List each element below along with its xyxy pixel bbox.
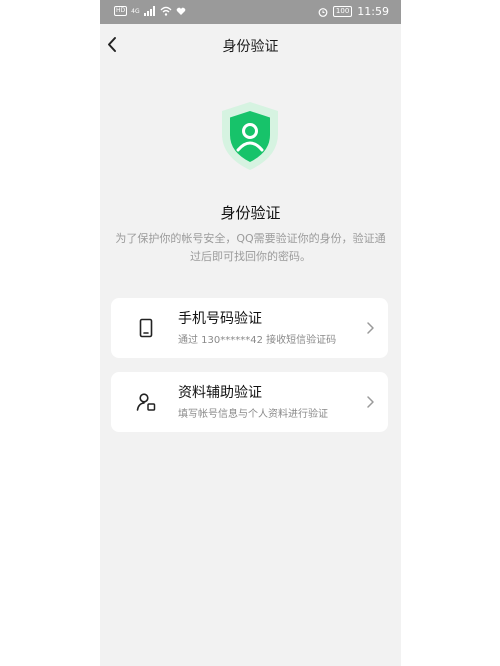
phone-screen: HD 4G 100 11:59 身份验证 身份验证 为了保护你的帐号安全，QQ需… — [100, 0, 401, 666]
hd-badge: HD — [114, 6, 128, 16]
user-info-icon — [136, 393, 156, 411]
chevron-right-icon — [367, 322, 374, 334]
notification-icon — [176, 7, 185, 15]
page-title: 身份验证 — [222, 39, 279, 55]
verify-description: 为了保护你的帐号安全，QQ需要验证你的身份，验证通过后即可找回你的密码。 — [115, 232, 386, 263]
status-left: HD 4G — [114, 6, 186, 16]
signal-icon — [143, 6, 155, 16]
battery-indicator: 100 — [332, 6, 353, 17]
option-title: 手机号码验证 — [178, 311, 262, 327]
option-subtitle: 填写帐号信息与个人资料进行验证 — [178, 409, 328, 420]
wifi-icon — [160, 6, 172, 16]
option-subtitle: 通过 130******42 接收短信验证码 — [178, 335, 337, 346]
nav-bar: 身份验证 — [100, 24, 401, 66]
phone-icon — [139, 318, 153, 338]
chevron-right-icon — [367, 396, 374, 408]
alarm-icon — [318, 7, 328, 17]
signal-label: 4G — [131, 7, 140, 15]
verify-heading: 身份验证 — [220, 204, 281, 222]
status-right: 100 11:59 — [318, 5, 389, 18]
status-bar: HD 4G 100 11:59 — [100, 0, 401, 24]
clock: 11:59 — [357, 5, 389, 18]
phone-verify-option[interactable]: 手机号码验证 通过 130******42 接收短信验证码 — [111, 298, 388, 358]
option-title: 资料辅助验证 — [178, 385, 262, 401]
profile-verify-option[interactable]: 资料辅助验证 填写帐号信息与个人资料进行验证 — [111, 372, 388, 432]
shield-user-icon — [222, 102, 278, 170]
